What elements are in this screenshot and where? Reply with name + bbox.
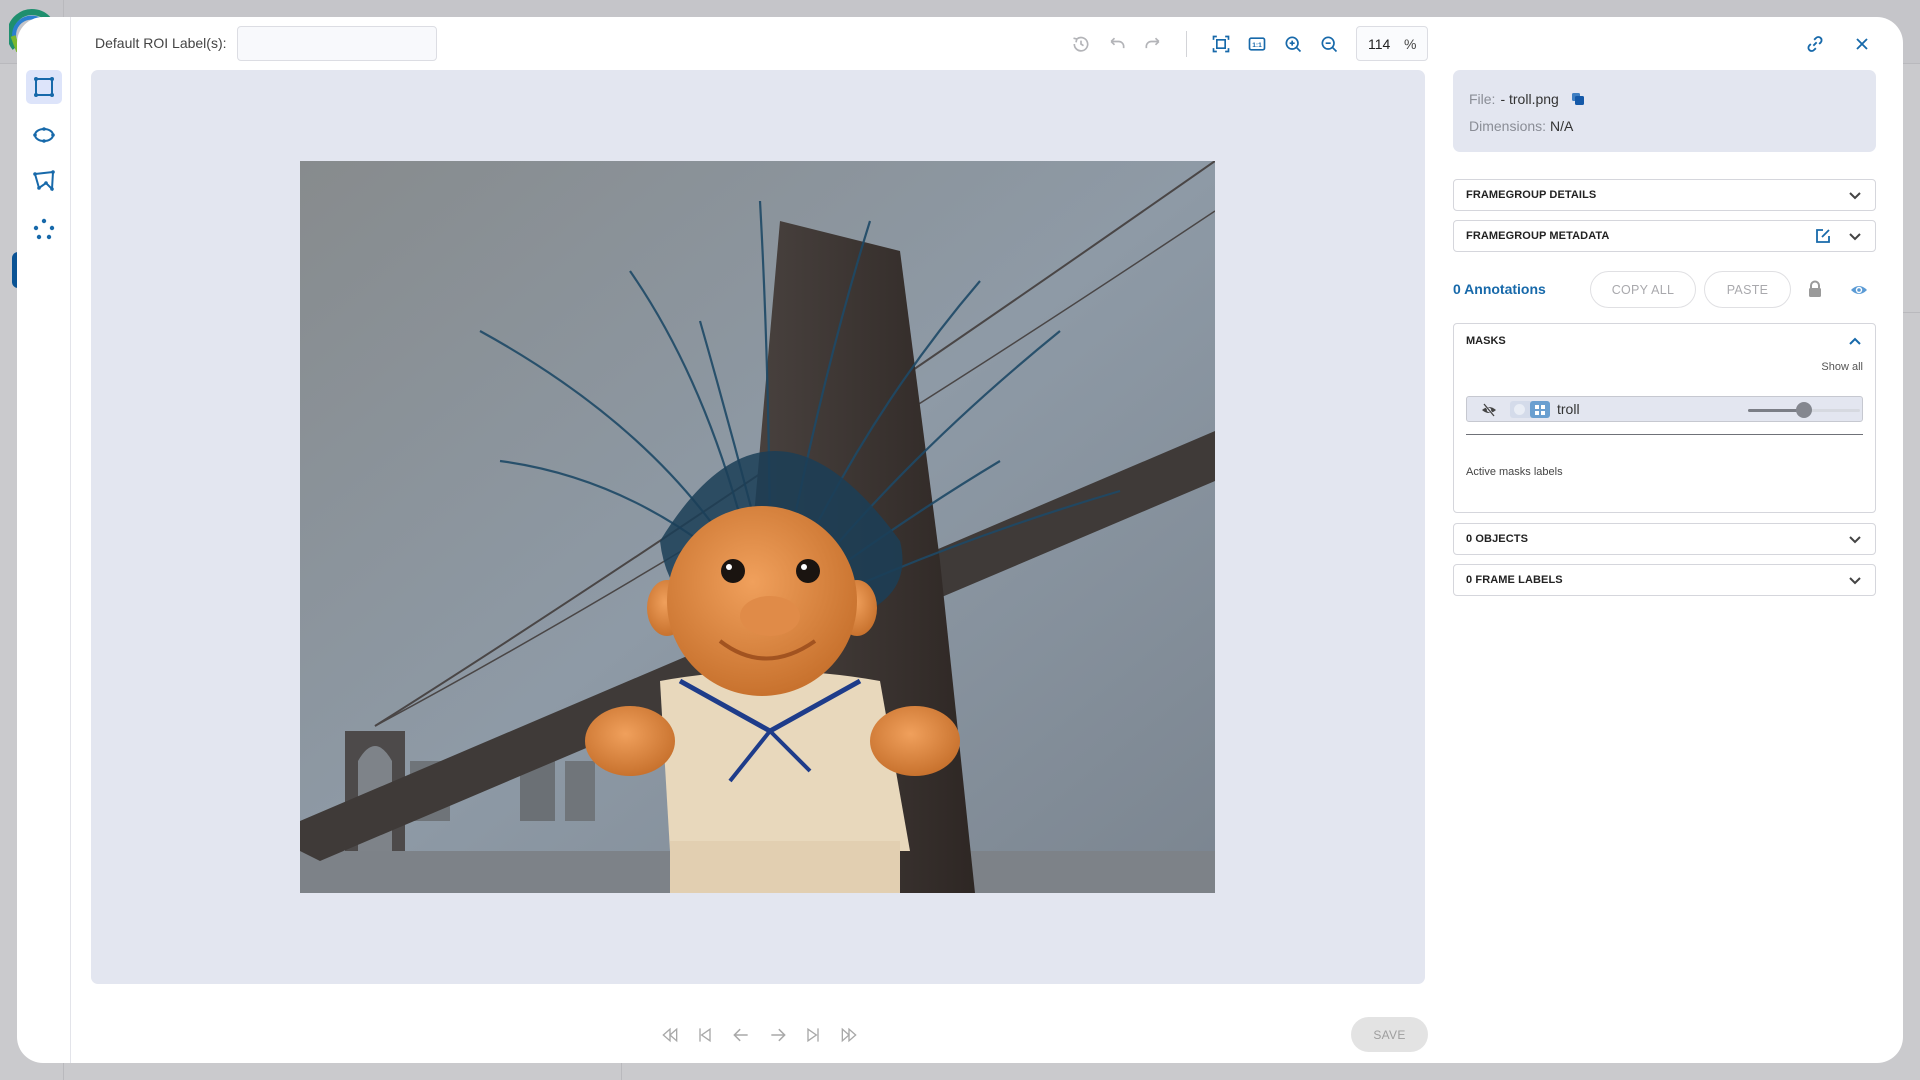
file-name-row: File: - troll.png	[1469, 91, 1585, 107]
ellipse-tool-icon	[33, 127, 55, 143]
next-set-icon	[807, 1027, 819, 1043]
reset-button[interactable]	[1069, 32, 1093, 56]
chevron-down-icon	[1849, 536, 1861, 544]
fit-screen-icon	[1212, 35, 1230, 53]
rectangle-tool-button[interactable]	[26, 70, 62, 104]
chevron-down-icon	[1849, 577, 1861, 585]
dimensions-label: Dimensions:	[1469, 118, 1547, 134]
lock-icon[interactable]	[1806, 280, 1824, 298]
mask-item[interactable]: troll	[1466, 396, 1863, 422]
close-icon	[1856, 38, 1868, 50]
one-to-one-icon: 1:1	[1248, 37, 1266, 51]
chevron-down-icon	[1849, 233, 1861, 241]
eye-icon[interactable]	[1850, 281, 1868, 299]
file-info-box: File: - troll.png Dimensions: N/A	[1453, 70, 1876, 152]
tool-sidebar	[17, 17, 71, 1063]
fill-mode-icon	[1530, 401, 1550, 418]
fit-to-screen-button[interactable]	[1209, 32, 1233, 56]
default-roi-label: Default ROI Label(s):	[95, 35, 227, 51]
previous-set-icon	[699, 1027, 711, 1043]
image-canvas[interactable]	[91, 70, 1425, 984]
redo-button[interactable]	[1141, 32, 1165, 56]
slider-thumb[interactable]	[1796, 402, 1812, 418]
frame-labels-title: 0 FRAME LABELS	[1466, 574, 1563, 586]
background-divider	[1903, 312, 1920, 313]
background-divider	[621, 1063, 622, 1080]
zoom-level-value: 114	[1368, 35, 1391, 52]
annotations-count: 0 Annotations	[1453, 281, 1546, 297]
mask-name: troll	[1557, 401, 1580, 417]
copy-all-button[interactable]: COPY ALL	[1590, 271, 1696, 308]
polygon-tool-icon	[33, 170, 55, 192]
svg-text:1:1: 1:1	[1252, 42, 1262, 49]
rectangle-tool-icon	[34, 77, 54, 97]
masks-divider	[1466, 434, 1863, 435]
points-tool-button[interactable]	[26, 212, 62, 246]
active-masks-labels: Active masks labels	[1466, 466, 1563, 478]
link-icon	[1807, 36, 1823, 52]
previous-frame-button[interactable]	[729, 1023, 753, 1047]
mask-opacity-slider[interactable]	[1748, 402, 1860, 418]
eye-off-icon[interactable]	[1481, 402, 1497, 418]
first-frame-button[interactable]	[658, 1023, 682, 1047]
objects-title: 0 OBJECTS	[1466, 533, 1529, 545]
masks-title: MASKS	[1466, 335, 1506, 347]
history-icon	[1073, 36, 1089, 52]
ellipse-tool-button[interactable]	[26, 118, 62, 152]
undo-icon	[1110, 37, 1125, 49]
file-label: File:	[1469, 91, 1496, 107]
previous-icon	[733, 1028, 748, 1042]
show-all-link[interactable]: Show all	[1821, 361, 1863, 373]
edit-icon[interactable]	[1815, 228, 1831, 244]
masks-panel: MASKS Show all troll Active masks labels	[1453, 323, 1876, 513]
undo-button[interactable]	[1105, 32, 1129, 56]
annotated-image[interactable]	[300, 161, 1215, 893]
zoom-out-icon	[1321, 36, 1338, 53]
mask-mode-toggle[interactable]	[1510, 401, 1550, 418]
zoom-in-icon	[1285, 36, 1302, 53]
framegroup-details-accordion[interactable]: FRAMEGROUP DETAILS	[1453, 179, 1876, 211]
chevron-down-icon	[1849, 192, 1861, 200]
zoom-level-input[interactable]: 114 %	[1356, 26, 1428, 61]
default-roi-input[interactable]	[237, 26, 437, 61]
annotation-modal: Default ROI Label(s): 1:1 114 % SAVE Fil…	[17, 17, 1903, 1063]
close-button[interactable]	[1850, 32, 1874, 56]
annotations-row: 0 Annotations COPY ALL PASTE	[1453, 271, 1876, 309]
zoom-in-button[interactable]	[1281, 32, 1305, 56]
framegroup-details-title: FRAMEGROUP DETAILS	[1466, 189, 1597, 201]
frame-labels-accordion[interactable]: 0 FRAME LABELS	[1453, 564, 1876, 596]
link-button[interactable]	[1803, 32, 1827, 56]
points-tool-icon	[33, 218, 55, 240]
last-icon	[841, 1027, 857, 1043]
file-name: - troll.png	[1500, 91, 1559, 107]
first-icon	[662, 1027, 678, 1043]
paste-button[interactable]: PASTE	[1704, 271, 1791, 308]
framegroup-metadata-accordion[interactable]: FRAMEGROUP METADATA	[1453, 220, 1876, 252]
dimensions-value: N/A	[1550, 118, 1574, 134]
redo-icon	[1145, 37, 1160, 49]
framegroup-metadata-title: FRAMEGROUP METADATA	[1466, 230, 1610, 242]
dimensions-row: Dimensions: N/A	[1469, 118, 1573, 134]
last-frame-button[interactable]	[837, 1023, 861, 1047]
next-set-button[interactable]	[801, 1023, 825, 1047]
chevron-up-icon[interactable]	[1847, 334, 1863, 350]
next-icon	[771, 1028, 786, 1042]
outline-mode-icon	[1514, 404, 1525, 415]
save-button[interactable]: SAVE	[1351, 1017, 1428, 1052]
actual-size-button[interactable]: 1:1	[1245, 32, 1269, 56]
objects-accordion[interactable]: 0 OBJECTS	[1453, 523, 1876, 555]
toolbar-divider	[1186, 31, 1187, 57]
zoom-out-button[interactable]	[1317, 32, 1341, 56]
polygon-tool-button[interactable]	[26, 164, 62, 198]
troll-photo	[300, 161, 1215, 893]
copy-icon[interactable]	[1571, 92, 1585, 106]
previous-set-button[interactable]	[693, 1023, 717, 1047]
next-frame-button[interactable]	[766, 1023, 790, 1047]
zoom-unit: %	[1404, 35, 1417, 52]
